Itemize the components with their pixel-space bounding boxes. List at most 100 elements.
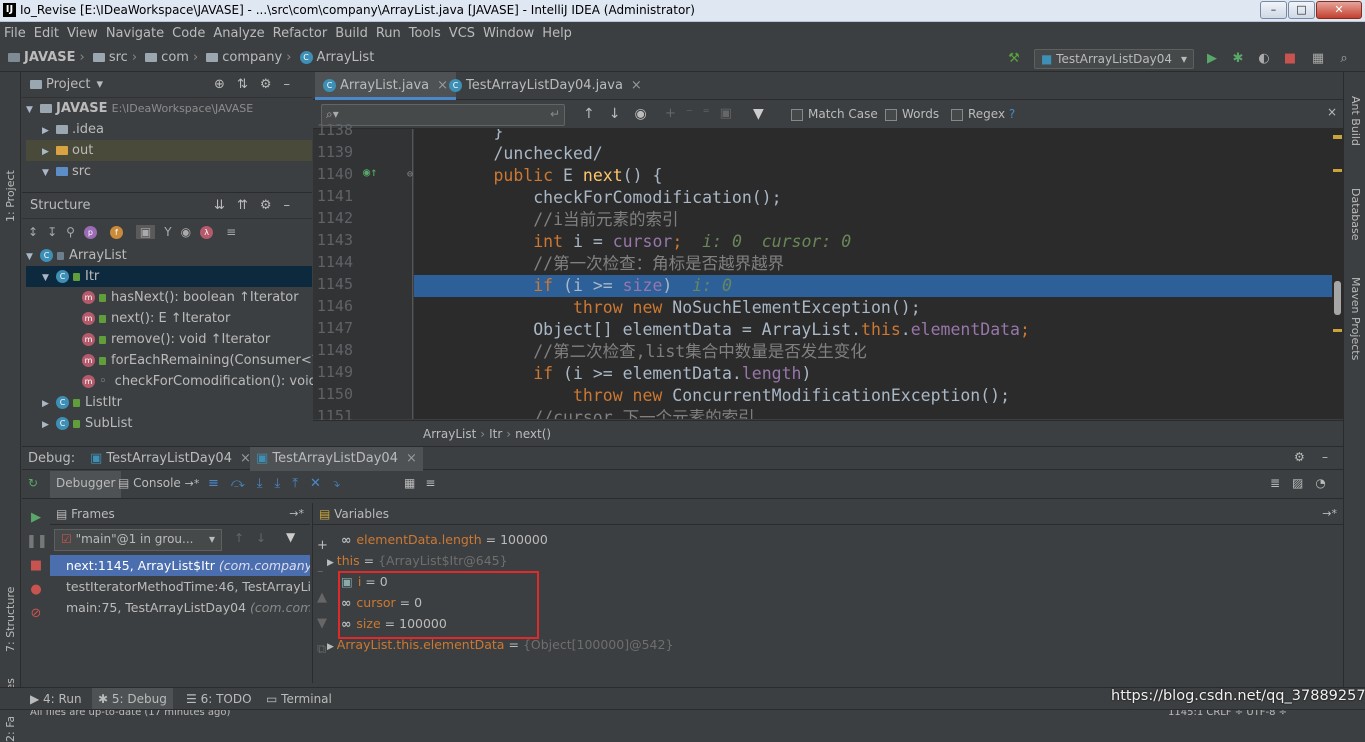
fold-marker-icon[interactable]: ⊖: [407, 169, 413, 180]
close-window-button[interactable]: ✕: [1316, 1, 1362, 19]
project-structure-icon[interactable]: ▦: [1310, 51, 1326, 67]
lambda-icon[interactable]: λ: [200, 225, 214, 239]
tree-item-idea[interactable]: ▶ .idea: [26, 119, 312, 140]
menu-item-vcs[interactable]: VCS: [449, 26, 475, 41]
pause-icon[interactable]: ❚❚: [26, 530, 48, 554]
mute-breakpoints-icon[interactable]: ⊘: [26, 602, 46, 626]
menu-item-refactor[interactable]: Refactor: [273, 26, 328, 41]
menu-item-navigate[interactable]: Navigate: [106, 26, 164, 41]
breadcrumb-jav-item[interactable]: JAVASE: [8, 50, 76, 65]
menu-item-analyze[interactable]: Analyze: [213, 26, 264, 41]
project-view-select[interactable]: Project: [46, 77, 90, 92]
tree-item-method[interactable]: m forEachRemaining(Consumer<? su: [26, 350, 338, 371]
tab-debugger[interactable]: Debugger: [50, 471, 122, 498]
stack-frame[interactable]: main:75, TestArrayListDay04(com.compan: [50, 597, 310, 618]
lambdas-icon[interactable]: ◉: [181, 225, 191, 239]
maximize-button[interactable]: □: [1288, 1, 1315, 19]
panel-actions[interactable]: ⇊⇈⚙–: [214, 198, 302, 213]
words-checkbox[interactable]: Words: [885, 107, 939, 121]
code-crumb-inner[interactable]: Itr: [489, 427, 502, 441]
menu-item-code[interactable]: Code: [172, 26, 205, 41]
search-everywhere-icon[interactable]: ⌕: [1336, 51, 1352, 67]
close-icon[interactable]: ×: [406, 451, 417, 466]
evaluate-expression-icon[interactable]: ▦≡: [404, 476, 445, 490]
tree-item-sublist[interactable]: ▶ C SubList: [26, 413, 312, 434]
menu-item-window[interactable]: Window: [483, 26, 534, 41]
tab-arraylist-java[interactable]: C ArrayList.java ×: [315, 72, 457, 100]
settings-gear-icon[interactable]: ⚙: [1294, 450, 1305, 464]
implements-marker-icon[interactable]: ◉↑: [363, 165, 377, 179]
properties-icon[interactable]: p: [83, 225, 97, 239]
menu-item-tools[interactable]: Tools: [409, 26, 441, 41]
frame-nav[interactable]: ↑↓: [234, 531, 278, 545]
filter-icon[interactable]: ▼: [753, 106, 764, 122]
regex-checkbox[interactable]: Regex ?: [951, 107, 1015, 121]
tab-run[interactable]: ▶ 4: Run: [30, 688, 82, 710]
tree-item-arraylist[interactable]: ▼ C ArrayList: [26, 245, 312, 266]
close-find-icon[interactable]: ×: [1327, 105, 1337, 119]
anonymous-classes-icon[interactable]: Y: [164, 225, 171, 239]
tree-item-listitr[interactable]: ▶ C ListItr: [26, 392, 312, 413]
status-position[interactable]: 1145:1 CRLF ÷ UTF-8 ÷: [1168, 710, 1287, 717]
menu-item-help[interactable]: Help: [542, 26, 572, 41]
menu-item-run[interactable]: Run: [376, 26, 401, 41]
menu-item-file[interactable]: File: [4, 26, 26, 41]
maven-projects-tool-tab[interactable]: Maven Projects: [1349, 277, 1362, 360]
layout-actions[interactable]: ≣▨◔: [1270, 476, 1338, 490]
move-down-icon[interactable]: ▼: [317, 611, 328, 637]
tab-debug[interactable]: ✱ 5: Debug: [92, 688, 173, 710]
ant-build-tool-tab[interactable]: Ant Build: [1349, 96, 1362, 146]
coverage-icon[interactable]: ◐: [1256, 51, 1272, 67]
clear-search-icon[interactable]: ↵: [550, 107, 560, 121]
tree-item-out[interactable]: ▶ out: [26, 140, 312, 161]
build-hammer-icon[interactable]: ⚒: [1006, 51, 1022, 67]
find-navigation[interactable]: ↑↓◉: [583, 106, 661, 122]
sort-alpha-icon[interactable]: ↕: [28, 225, 38, 239]
search-input[interactable]: ⌕▾ ↵: [321, 104, 565, 126]
tree-item-itr[interactable]: ▼ C Itr: [26, 266, 312, 287]
tree-item-method[interactable]: m ◦ checkForComodification(): void: [26, 371, 317, 392]
menu-item-edit[interactable]: Edit: [34, 26, 59, 41]
menu-item-build[interactable]: Build: [335, 26, 368, 41]
tree-item-method[interactable]: m next(): E ↑Iterator: [26, 308, 312, 329]
lock-filter-icon[interactable]: ▣: [135, 225, 156, 239]
tab-testarraylistday04-java[interactable]: C TestArrayListDay04.java ×: [441, 72, 650, 100]
filter-icon[interactable]: ▼: [286, 530, 295, 544]
tree-item-method[interactable]: m remove(): void ↑Iterator: [26, 329, 312, 350]
panel-actions[interactable]: ⊕⇅⚙–: [214, 77, 302, 92]
editor-scrollbar[interactable]: [1332, 129, 1343, 419]
stack-frame[interactable]: next:1145, ArrayList$Itr (com.company): [50, 555, 310, 576]
find-multi-select[interactable]: +⁻⁼▣: [665, 106, 742, 121]
fields-icon[interactable]: f: [109, 225, 123, 239]
scrollbar-thumb[interactable]: [1334, 281, 1341, 315]
tab-terminal[interactable]: ▭ Terminal: [266, 688, 332, 710]
sort-visibility-icon[interactable]: ↧: [47, 225, 57, 239]
debug-bug-icon[interactable]: ✱: [1230, 51, 1246, 67]
menu-item-view[interactable]: View: [67, 26, 98, 41]
project-tool-tab[interactable]: 1: Project: [4, 170, 17, 222]
stop-icon[interactable]: ■: [1282, 51, 1298, 67]
tree-item-src[interactable]: ▼ src: [26, 161, 312, 182]
tab-todo[interactable]: ☰ 6: TODO: [186, 688, 252, 710]
minimize-panel-icon[interactable]: –: [1322, 450, 1328, 464]
step-actions[interactable]: ≡⤼⤓⤓⤒✕⤵: [208, 476, 352, 491]
rerun-icon[interactable]: ↻: [28, 476, 38, 490]
close-icon[interactable]: ×: [631, 78, 642, 93]
run-configuration-select[interactable]: ■ TestArrayListDay04 ▾: [1034, 49, 1194, 69]
minimize-button[interactable]: –: [1260, 1, 1287, 19]
breadcrumb-company-item[interactable]: company: [206, 50, 282, 65]
match-case-checkbox[interactable]: Match Case: [791, 107, 878, 121]
code-crumb-class[interactable]: ArrayList: [423, 427, 476, 441]
variable-row[interactable]: ∞ elementData.length = 100000: [341, 529, 548, 550]
resume-icon[interactable]: ▶: [26, 506, 46, 530]
expand-all-icon[interactable]: ≡: [226, 225, 236, 239]
code-editor[interactable]: } /unchecked/ public E next() { checkFor…: [414, 129, 1332, 419]
show-inherited-icon[interactable]: ⚲: [66, 225, 75, 239]
breadcrumb-arraylist-item[interactable]: C ArrayList: [299, 50, 374, 65]
expand-arrow-icon[interactable]: ▶: [327, 642, 337, 652]
tree-item-root[interactable]: ▼ JAVASE E:\IDeaWorkspace\JAVASE: [26, 98, 312, 119]
view-breakpoints-icon[interactable]: ●: [26, 578, 46, 602]
thread-select[interactable]: ☑ "main"@1 in grou... ▾: [54, 529, 222, 551]
code-crumb-method[interactable]: next(): [515, 427, 551, 441]
tree-item-method[interactable]: m hasNext(): boolean ↑Iterator: [26, 287, 312, 308]
